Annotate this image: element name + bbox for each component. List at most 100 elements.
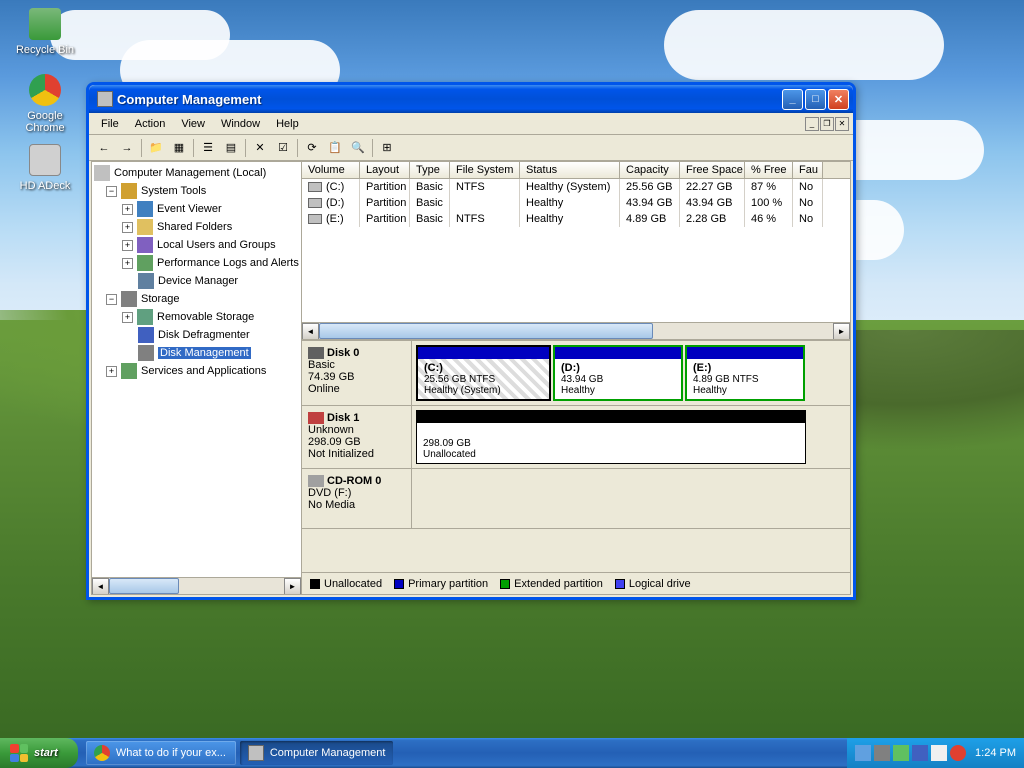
col-capacity[interactable]: Capacity [620,162,680,178]
scroll-right-button[interactable]: ► [833,323,850,340]
back-button[interactable]: ← [93,137,115,159]
titlebar[interactable]: Computer Management _ □ ✕ [89,85,853,113]
partition[interactable]: (D:)43.94 GBHealthy [553,345,683,401]
menu-view[interactable]: View [173,116,213,132]
disk-row: Disk 1Unknown298.09 GBNot Initialized298… [302,406,850,469]
partition[interactable]: (E:)4.89 GB NTFSHealthy [685,345,805,401]
expand-icon[interactable]: + [122,312,133,323]
tree-event-viewer[interactable]: +Event Viewer [94,200,299,218]
tree-disk-management[interactable]: Disk Management [94,344,299,362]
volume-row[interactable]: (D:)PartitionBasicHealthy43.94 GB43.94 G… [302,195,850,211]
computer-icon [94,165,110,181]
settings-button[interactable]: ☑ [272,137,294,159]
maximize-button[interactable]: □ [805,89,826,110]
col-volume[interactable]: Volume [302,162,360,178]
tray-icon[interactable] [874,745,890,761]
disk-info[interactable]: CD-ROM 0DVD (F:)No Media [302,469,412,528]
mdi-minimize-button[interactable]: _ [805,117,819,131]
tree-system-tools[interactable]: −System Tools [94,182,299,200]
volume-list-header: Volume Layout Type File System Status Ca… [302,162,850,179]
search-button[interactable]: 🔍 [347,137,369,159]
start-button[interactable]: start [0,738,78,768]
mdi-restore-button[interactable]: ❐ [820,117,834,131]
close-button[interactable]: ✕ [828,89,849,110]
tree-storage[interactable]: −Storage [94,290,299,308]
tray-icon[interactable] [855,745,871,761]
expand-icon[interactable]: + [122,204,133,215]
swatch-primary [394,579,404,589]
tree-device-manager[interactable]: Device Manager [94,272,299,290]
tree-root[interactable]: Computer Management (Local) [94,164,299,182]
menu-action[interactable]: Action [127,116,174,132]
menu-file[interactable]: File [93,116,127,132]
disk-info[interactable]: Disk 1Unknown298.09 GBNot Initialized [302,406,412,468]
tree-removable-storage[interactable]: +Removable Storage [94,308,299,326]
app-icon [97,91,113,107]
disk-row: CD-ROM 0DVD (F:)No Media [302,469,850,529]
window-title: Computer Management [117,92,782,107]
forward-button[interactable]: → [116,137,138,159]
scroll-right-button[interactable]: ► [284,578,301,594]
export-button[interactable]: 📋 [324,137,346,159]
disk-info[interactable]: Disk 0Basic74.39 GBOnline [302,341,412,405]
expand-icon[interactable]: + [122,240,133,251]
col-free[interactable]: Free Space [680,162,745,178]
col-status[interactable]: Status [520,162,620,178]
tray-icon[interactable] [912,745,928,761]
delete-button[interactable]: ✕ [249,137,271,159]
collapse-icon[interactable]: − [106,186,117,197]
tree-perf-logs[interactable]: +Performance Logs and Alerts [94,254,299,272]
volume-row[interactable]: (C:)PartitionBasicNTFSHealthy (System)25… [302,179,850,195]
col-fs[interactable]: File System [450,162,520,178]
scroll-left-button[interactable]: ◄ [302,323,319,340]
swatch-logical [615,579,625,589]
tree-scrollbar[interactable]: ◄ ► [92,577,301,594]
services-icon [121,363,137,379]
col-type[interactable]: Type [410,162,450,178]
col-fault[interactable]: Fau [793,162,823,178]
disk-partitions: 298.09 GBUnallocated [412,406,850,468]
col-pct[interactable]: % Free [745,162,793,178]
help-button[interactable]: ⊞ [376,137,398,159]
taskbar-item-chrome[interactable]: What to do if your ex... [86,741,236,765]
col-layout[interactable]: Layout [360,162,410,178]
tree-disk-defragmenter[interactable]: Disk Defragmenter [94,326,299,344]
desktop-icon-chrome[interactable]: Google Chrome [10,74,80,134]
menu-help[interactable]: Help [268,116,307,132]
collapse-icon[interactable]: − [106,294,117,305]
system-tray[interactable]: 1:24 PM [847,738,1024,768]
legend: Unallocated Primary partition Extended p… [302,572,850,594]
taskbar-item-computer-management[interactable]: Computer Management [240,741,394,765]
show-hide-button[interactable]: ▦ [168,137,190,159]
tray-icon[interactable] [950,745,966,761]
disk-partitions: (C:)25.56 GB NTFSHealthy (System)(D:)43.… [412,341,850,405]
scroll-left-button[interactable]: ◄ [92,578,109,594]
properties-button[interactable]: ☰ [197,137,219,159]
volume-scrollbar[interactable]: ◄ ► [302,322,850,339]
refresh-button[interactable]: ⟳ [301,137,323,159]
perf-icon [137,255,153,271]
clock[interactable]: 1:24 PM [975,747,1016,759]
menu-window[interactable]: Window [213,116,268,132]
mdi-close-button[interactable]: ✕ [835,117,849,131]
expand-icon[interactable]: + [122,222,133,233]
tray-icon[interactable] [893,745,909,761]
expand-icon[interactable]: + [106,366,117,377]
tray-icon[interactable] [931,745,947,761]
partition[interactable]: 298.09 GBUnallocated [416,410,806,464]
minimize-button[interactable]: _ [782,89,803,110]
list-button[interactable]: ▤ [220,137,242,159]
folder-icon [137,219,153,235]
computer-icon [248,745,264,761]
desktop-icon-recycle-bin[interactable]: Recycle Bin [10,8,80,56]
users-icon [137,237,153,253]
up-button[interactable]: 📁 [145,137,167,159]
partition[interactable]: (C:)25.56 GB NTFSHealthy (System) [416,345,551,401]
expand-icon[interactable]: + [122,258,133,269]
tree-local-users[interactable]: +Local Users and Groups [94,236,299,254]
tree-services[interactable]: +Services and Applications [94,362,299,380]
disk-partitions [412,469,850,528]
desktop-icon-hd-adeck[interactable]: HD ADeck [10,144,80,192]
volume-row[interactable]: (E:)PartitionBasicNTFSHealthy4.89 GB2.28… [302,211,850,227]
tree-shared-folders[interactable]: +Shared Folders [94,218,299,236]
